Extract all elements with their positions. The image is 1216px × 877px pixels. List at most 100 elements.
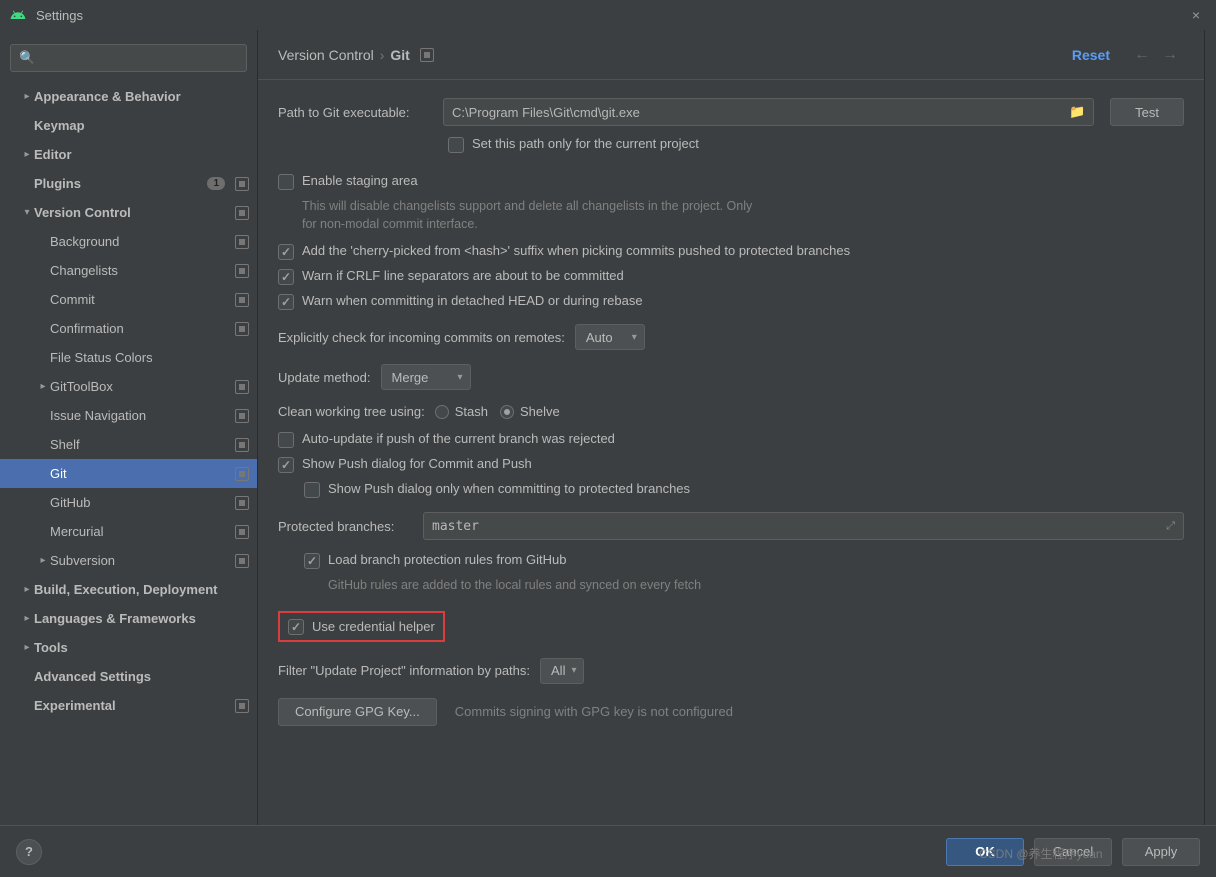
auto-update-checkbox[interactable] [278, 432, 294, 448]
chevron-icon [36, 381, 50, 392]
use-credential-label: Use credential helper [312, 619, 435, 634]
sidebar-item-keymap[interactable]: Keymap [0, 111, 257, 140]
sidebar-item-appearance-behavior[interactable]: Appearance & Behavior [0, 82, 257, 111]
sidebar-item-label: Shelf [50, 437, 231, 452]
chevron-icon [20, 207, 34, 218]
scope-icon [235, 177, 249, 191]
sidebar-item-shelf[interactable]: Shelf [0, 430, 257, 459]
search-input[interactable]: 🔍 [10, 44, 247, 72]
scope-icon [420, 48, 434, 62]
set-path-current-checkbox[interactable] [448, 137, 464, 153]
breadcrumb: Version Control › Git [278, 47, 1072, 63]
sidebar-item-label: Changelists [50, 263, 231, 278]
git-path-input[interactable]: C:\Program Files\Git\cmd\git.exe 📁 [443, 98, 1094, 126]
stash-radio[interactable]: Stash [435, 404, 488, 419]
android-icon [10, 7, 26, 23]
sidebar-item-issue-navigation[interactable]: Issue Navigation [0, 401, 257, 430]
ok-button[interactable]: OK [946, 838, 1024, 866]
sidebar-item-background[interactable]: Background [0, 227, 257, 256]
sidebar-item-tools[interactable]: Tools [0, 633, 257, 662]
sidebar-item-plugins[interactable]: Plugins1 [0, 169, 257, 198]
warn-detached-checkbox[interactable] [278, 294, 294, 310]
settings-form: Path to Git executable: C:\Program Files… [258, 80, 1204, 825]
warn-crlf-checkbox[interactable] [278, 269, 294, 285]
sidebar-item-gittoolbox[interactable]: GitToolBox [0, 372, 257, 401]
expand-icon[interactable]: ⤢ [1166, 519, 1175, 533]
breadcrumb-current: Git [390, 47, 409, 63]
badge: 1 [207, 177, 225, 190]
scope-icon [235, 438, 249, 452]
sidebar-item-confirmation[interactable]: Confirmation [0, 314, 257, 343]
set-path-current-label: Set this path only for the current proje… [472, 136, 699, 151]
scrollbar[interactable] [1204, 30, 1216, 825]
sidebar-item-version-control[interactable]: Version Control [0, 198, 257, 227]
scope-icon [235, 264, 249, 278]
sidebar-item-label: GitToolBox [50, 379, 231, 394]
warn-detached-label: Warn when committing in detached HEAD or… [302, 293, 643, 308]
update-method-label: Update method: [278, 370, 371, 385]
sidebar-item-mercurial[interactable]: Mercurial [0, 517, 257, 546]
chevron-icon [20, 91, 34, 102]
sidebar-item-label: Editor [34, 147, 249, 162]
configure-gpg-button[interactable]: Configure GPG Key... [278, 698, 437, 726]
filter-paths-dropdown[interactable]: All [540, 658, 584, 684]
scope-icon [235, 322, 249, 336]
sidebar-item-label: GitHub [50, 495, 231, 510]
enable-staging-checkbox[interactable] [278, 174, 294, 190]
sidebar-item-commit[interactable]: Commit [0, 285, 257, 314]
update-method-dropdown[interactable]: Merge [381, 364, 471, 390]
test-button[interactable]: Test [1110, 98, 1184, 126]
sidebar-item-file-status-colors[interactable]: File Status Colors [0, 343, 257, 372]
sidebar-item-changelists[interactable]: Changelists [0, 256, 257, 285]
sidebar-item-experimental[interactable]: Experimental [0, 691, 257, 720]
sidebar-item-advanced-settings[interactable]: Advanced Settings [0, 662, 257, 691]
cancel-button[interactable]: Cancel CSDN @养生程序yuan [1034, 838, 1112, 866]
gpg-note: Commits signing with GPG key is not conf… [455, 704, 733, 719]
sidebar-item-label: Plugins [34, 176, 207, 191]
help-button[interactable]: ? [16, 839, 42, 865]
close-button[interactable]: × [1186, 7, 1206, 23]
sidebar-item-languages-frameworks[interactable]: Languages & Frameworks [0, 604, 257, 633]
sidebar-item-git[interactable]: Git [0, 459, 257, 488]
sidebar-item-subversion[interactable]: Subversion [0, 546, 257, 575]
shelve-radio[interactable]: Shelve [500, 404, 560, 419]
sidebar-item-label: Mercurial [50, 524, 231, 539]
explicit-check-dropdown[interactable]: Auto [575, 324, 645, 350]
show-push-protected-checkbox[interactable] [304, 482, 320, 498]
enable-staging-label: Enable staging area [302, 173, 418, 188]
cherry-pick-label: Add the 'cherry-picked from <hash>' suff… [302, 243, 850, 258]
breadcrumb-parent[interactable]: Version Control [278, 47, 374, 63]
reset-link[interactable]: Reset [1072, 47, 1110, 63]
cherry-pick-checkbox[interactable] [278, 244, 294, 260]
sidebar-item-label: Issue Navigation [50, 408, 231, 423]
sidebar-item-build-execution-deployment[interactable]: Build, Execution, Deployment [0, 575, 257, 604]
sidebar-item-label: Background [50, 234, 231, 249]
load-branch-protection-label: Load branch protection rules from GitHub [328, 552, 566, 567]
load-branch-protection-checkbox[interactable] [304, 553, 320, 569]
scope-icon [235, 380, 249, 394]
scope-icon [235, 293, 249, 307]
chevron-icon [36, 555, 50, 566]
nav-forward-icon[interactable]: → [1156, 46, 1184, 64]
sidebar-item-github[interactable]: GitHub [0, 488, 257, 517]
chevron-icon [20, 642, 34, 653]
show-push-label: Show Push dialog for Commit and Push [302, 456, 532, 471]
show-push-checkbox[interactable] [278, 457, 294, 473]
window-title: Settings [36, 8, 1186, 23]
sidebar-item-editor[interactable]: Editor [0, 140, 257, 169]
apply-button[interactable]: Apply [1122, 838, 1200, 866]
scope-icon [235, 467, 249, 481]
sidebar-item-label: Git [50, 466, 231, 481]
chevron-icon [20, 149, 34, 160]
protected-branches-input[interactable]: master ⤢ [423, 512, 1184, 540]
use-credential-checkbox[interactable] [288, 619, 304, 635]
clean-tree-label: Clean working tree using: [278, 404, 425, 419]
nav-back-icon[interactable]: ← [1128, 46, 1156, 64]
explicit-check-label: Explicitly check for incoming commits on… [278, 330, 565, 345]
sidebar-item-label: Appearance & Behavior [34, 89, 249, 104]
enable-staging-note: This will disable changelists support an… [302, 198, 762, 233]
settings-tree: Appearance & Behavior Keymap Editor Plugins… [0, 82, 257, 825]
sidebar-item-label: Commit [50, 292, 231, 307]
sidebar-item-label: Tools [34, 640, 249, 655]
folder-icon[interactable]: 📁 [1069, 104, 1085, 120]
